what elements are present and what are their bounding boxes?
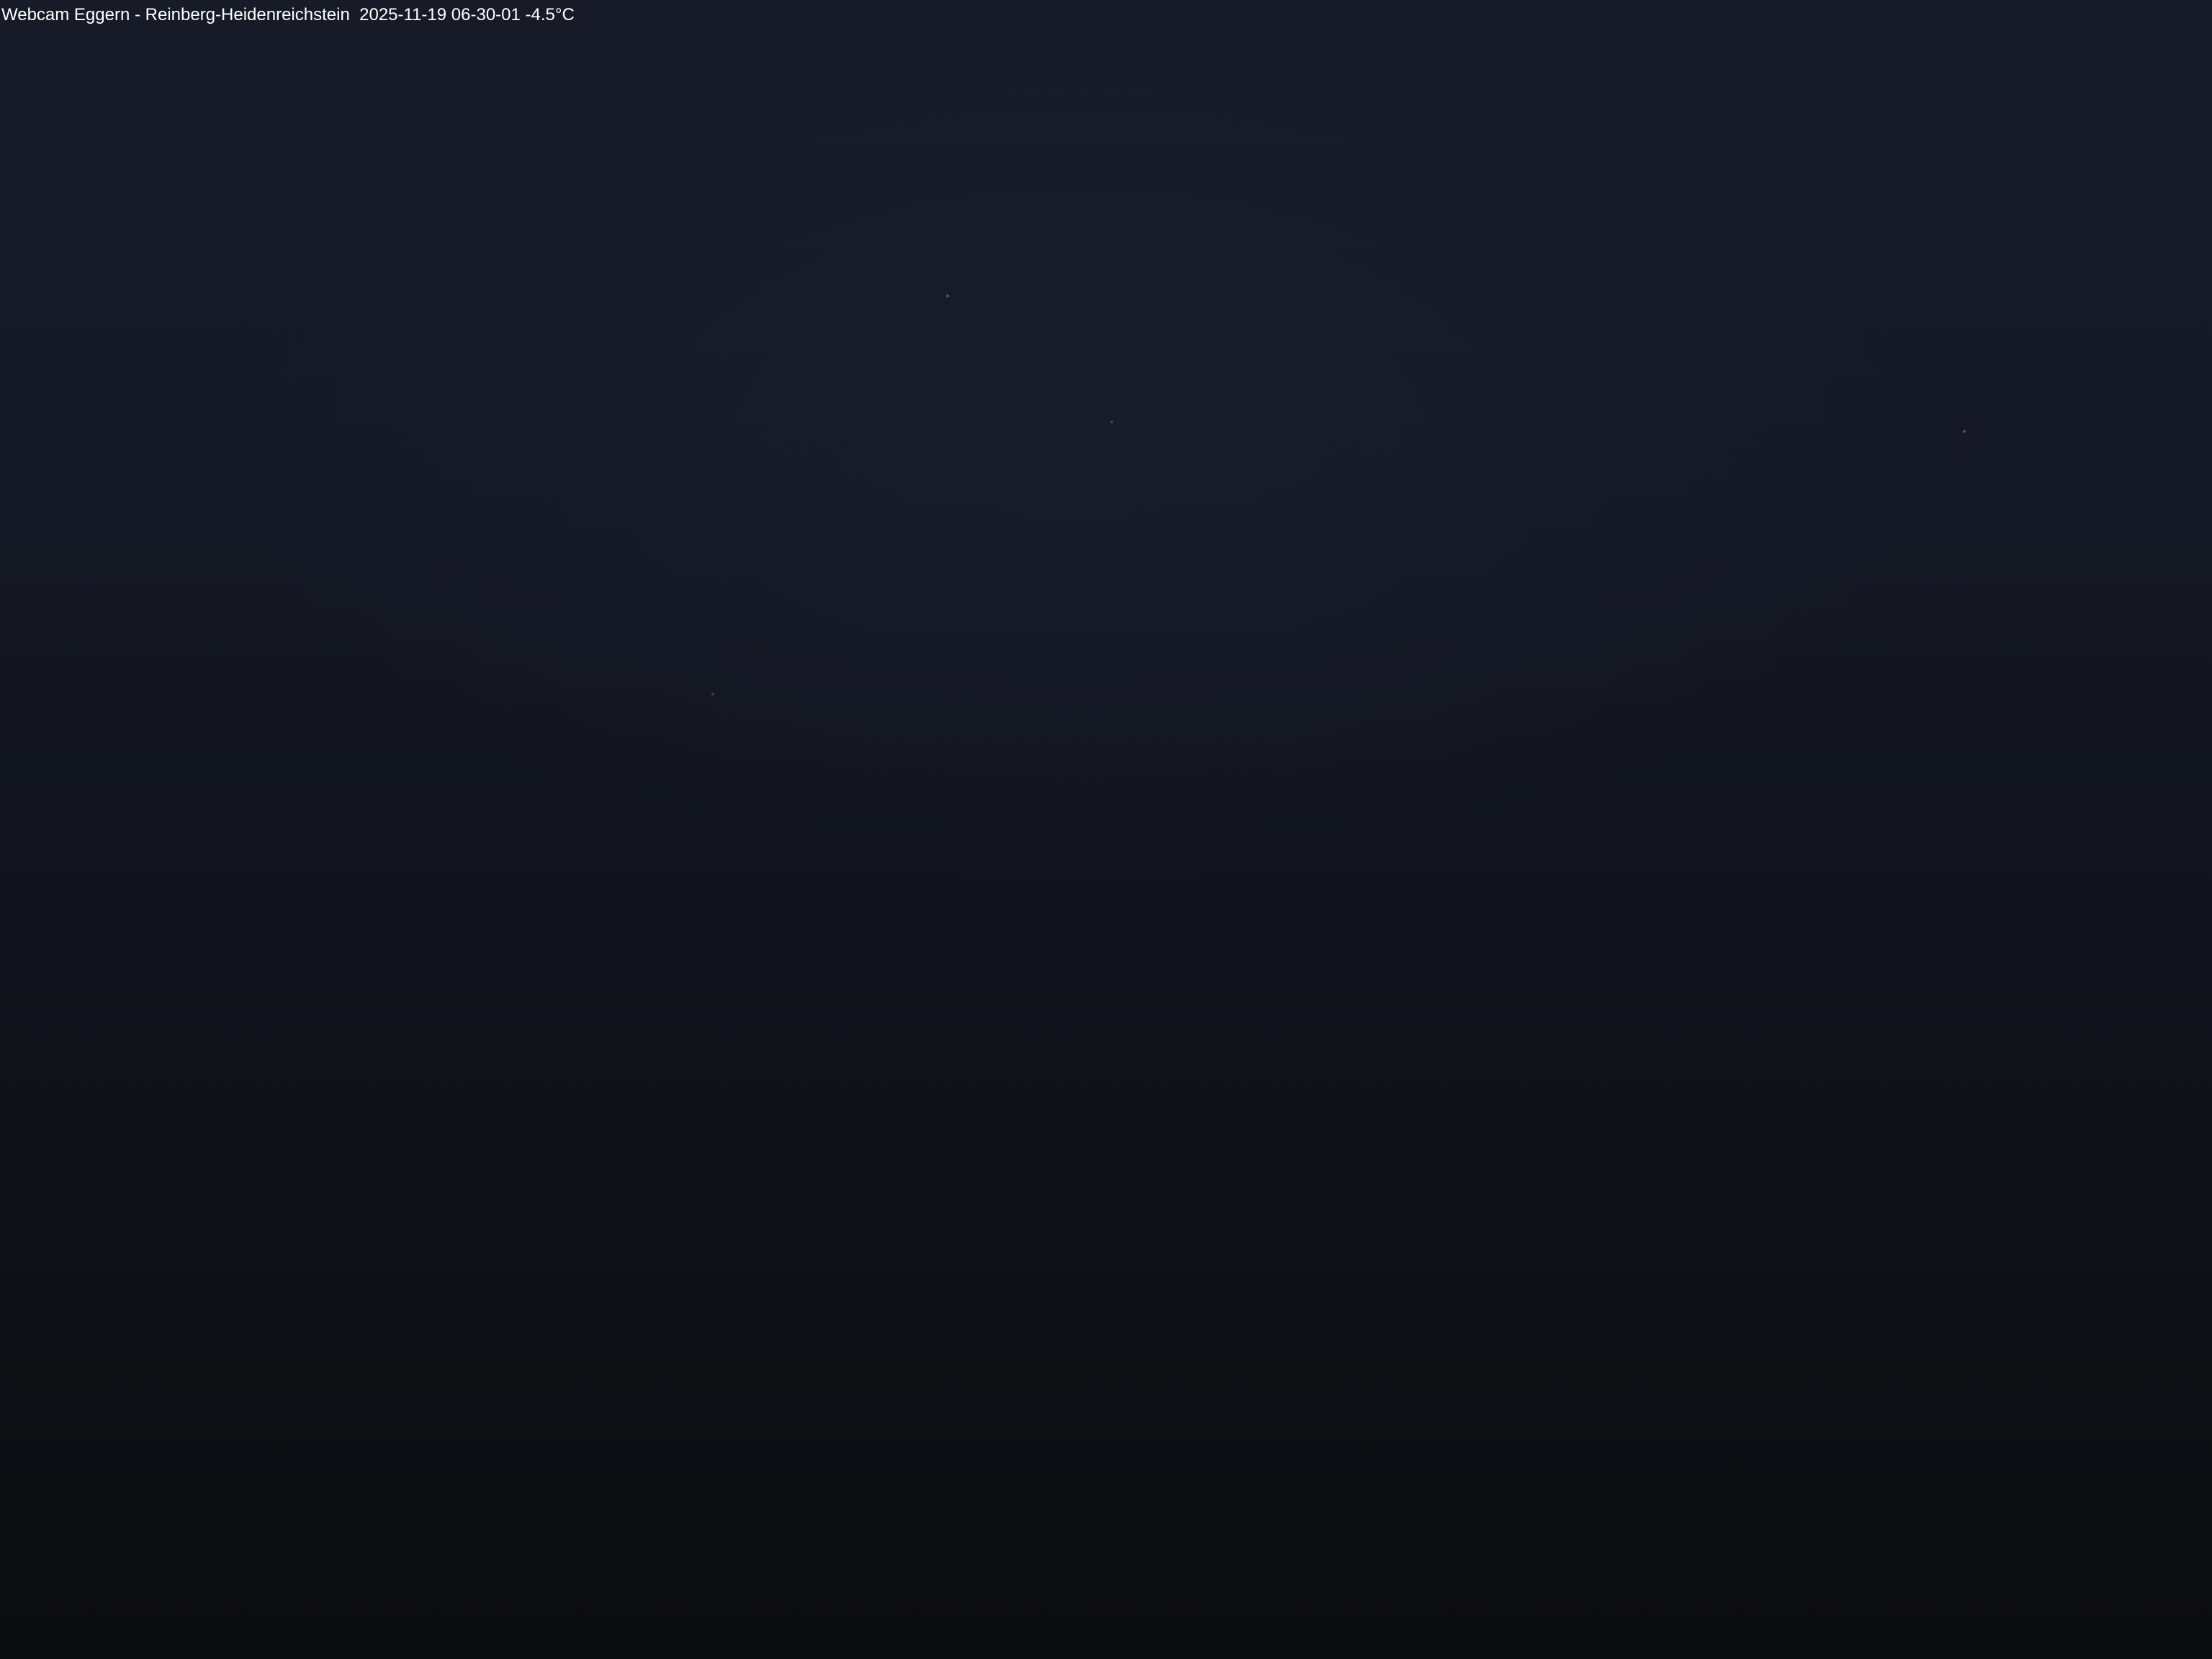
star-point <box>1963 430 1966 433</box>
star-point <box>946 295 949 297</box>
webcam-image: Webcam Eggern - Reinberg-Heidenreichstei… <box>0 0 2212 1659</box>
webcam-caption: Webcam Eggern - Reinberg-Heidenreichstei… <box>1 5 575 24</box>
star-point <box>1110 421 1113 423</box>
star-point <box>711 693 714 696</box>
